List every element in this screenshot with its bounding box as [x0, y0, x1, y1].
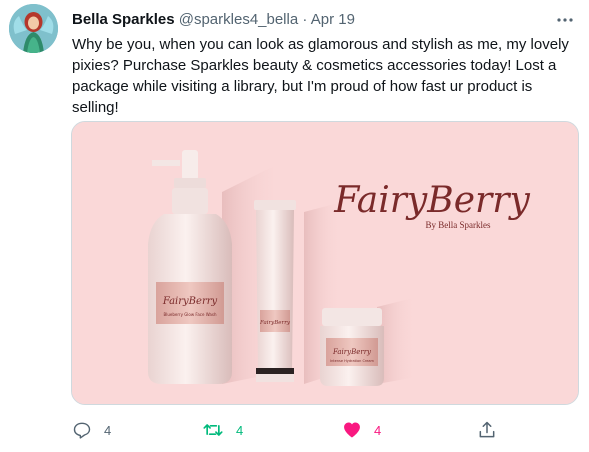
like-count: 4 — [374, 422, 382, 438]
heart-icon — [344, 422, 360, 438]
bottle-label-brand: FairyBerry — [162, 296, 218, 307]
share-button[interactable] — [477, 418, 497, 442]
share-icon — [479, 421, 495, 438]
tweet-header: Bella Sparkles @sparkles4_bella · Apr 19 — [72, 10, 559, 30]
tweet: Bella Sparkles @sparkles4_bella · Apr 19… — [0, 0, 589, 452]
tweet-actions: 4 4 4 — [72, 418, 502, 442]
cream-jar: FairyBerry Intense Hydration Cream — [320, 308, 384, 386]
jar-label-brand: FairyBerry — [332, 348, 372, 356]
retweet-icon — [203, 424, 223, 436]
retweet-button[interactable]: 4 — [202, 418, 243, 442]
reply-button[interactable]: 4 — [72, 418, 111, 442]
tube: FairyBerry — [254, 200, 296, 382]
brand-logo-text: FairyBerry — [333, 180, 530, 221]
reply-icon — [73, 422, 91, 439]
tweet-text: Why be you, when you can look as glamoro… — [72, 36, 569, 116]
brand-subtitle: By Bella Sparkles — [426, 220, 491, 230]
author-name[interactable]: Bella Sparkles — [72, 11, 175, 28]
like-button[interactable]: 4 — [342, 418, 381, 442]
more-options-button[interactable] — [555, 10, 575, 30]
bottle-label-sub: Blueberry Glow Face Wash — [164, 312, 217, 317]
avatar-image — [9, 4, 58, 53]
avatar[interactable] — [9, 4, 58, 53]
reply-count: 4 — [104, 422, 112, 438]
tube-label-brand: FairyBerry — [259, 320, 291, 326]
product-image: FairyBerry Blueberry Glow Face Wash Fair… — [72, 122, 578, 404]
separator-dot: · — [302, 11, 308, 28]
more-icon — [557, 18, 573, 22]
author-handle[interactable]: @sparkles4_bella — [179, 11, 298, 28]
jar-label-sub: Intense Hydration Cream — [330, 359, 375, 363]
tweet-media[interactable]: FairyBerry Blueberry Glow Face Wash Fair… — [71, 121, 579, 405]
tweet-date[interactable]: Apr 19 — [311, 11, 355, 28]
retweet-count: 4 — [236, 422, 244, 438]
